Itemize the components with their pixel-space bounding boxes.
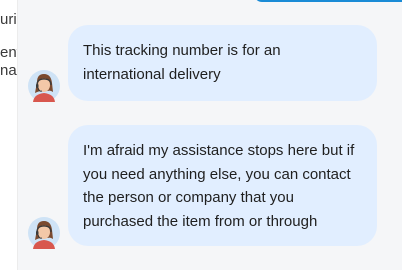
header-accent <box>254 0 402 2</box>
left-panel: uri ent na <box>0 0 17 270</box>
agent-avatar-icon <box>28 70 60 102</box>
agent-message-bubble: This tracking number is for an internati… <box>68 25 377 101</box>
agent-message-bubble: I'm afraid my assistance stops here but … <box>68 125 377 246</box>
sidebar-text-fragment: na <box>0 62 17 79</box>
message-text: This tracking number is for an internati… <box>83 42 281 83</box>
sidebar-text-fragment: ent <box>0 44 17 61</box>
message-text: I'm afraid my assistance stops here but … <box>83 142 355 230</box>
sidebar-text-fragment: uri <box>0 11 17 28</box>
agent-avatar-icon <box>28 217 60 249</box>
